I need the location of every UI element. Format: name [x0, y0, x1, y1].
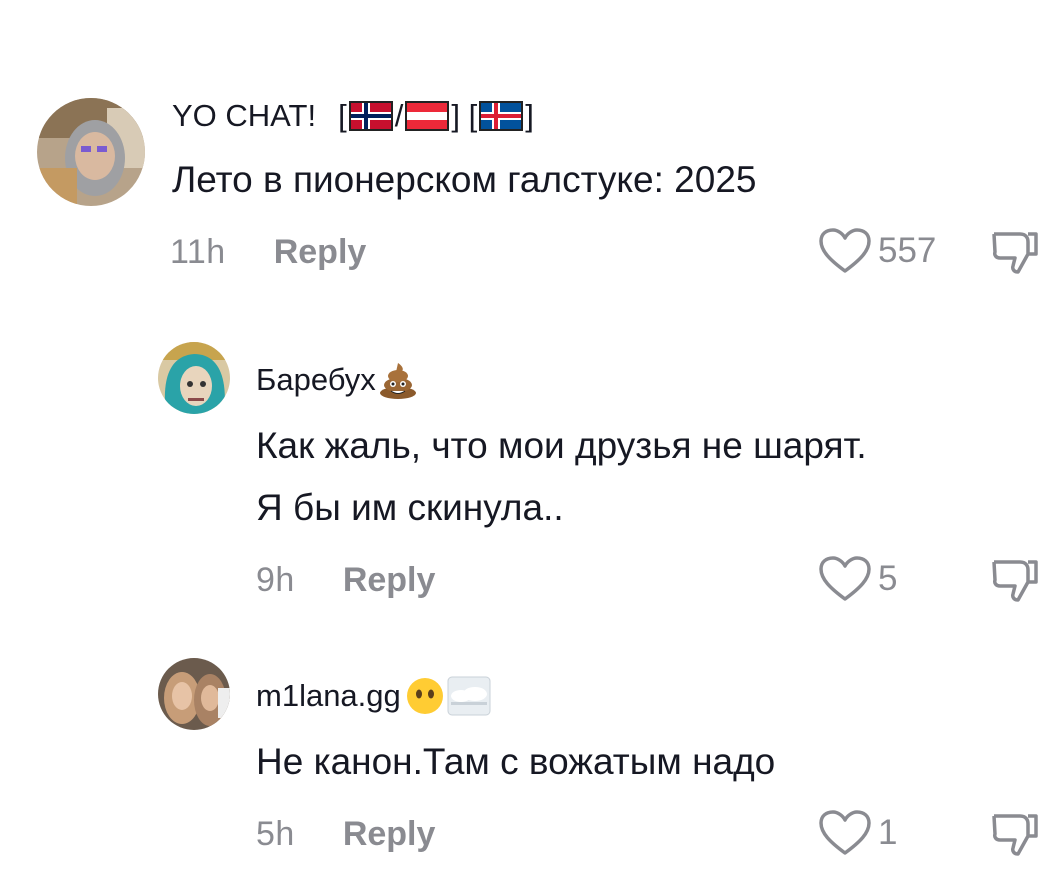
- username-separator: /: [394, 98, 404, 133]
- heart-outline-icon: [819, 556, 871, 601]
- username-bracket: ] [: [451, 98, 478, 133]
- comment-text: Не канон.Там с вожатым надо: [256, 741, 776, 782]
- like-count: 5: [878, 559, 898, 598]
- username-text[interactable]: Баребух: [256, 362, 376, 398]
- dislike-button[interactable]: [990, 556, 1040, 604]
- avatar[interactable]: [37, 98, 145, 206]
- comment-time: 9h: [256, 560, 295, 599]
- username-bracket: ]: [525, 98, 534, 133]
- dislike-button[interactable]: [990, 810, 1040, 858]
- heart-outline-icon: [819, 810, 871, 855]
- reply-button[interactable]: Reply: [274, 233, 367, 272]
- like-button[interactable]: 5: [818, 556, 897, 602]
- like-button[interactable]: 557: [818, 228, 936, 274]
- comment-time: 5h: [256, 814, 295, 853]
- reply-button[interactable]: Reply: [343, 815, 436, 854]
- like-button[interactable]: 1: [818, 810, 897, 856]
- thumbs-down-icon: [992, 814, 1038, 856]
- avatar[interactable]: [158, 342, 230, 414]
- like-count: 557: [878, 231, 937, 270]
- austria-flag-icon: [405, 101, 450, 131]
- thumbs-down-icon: [992, 560, 1038, 602]
- pile-of-poo-icon: [379, 363, 416, 399]
- comment-text-line: Я бы им скинула..: [256, 487, 564, 528]
- comment-text: Лето в пионерском галстуке: 2025: [172, 159, 757, 200]
- username-text[interactable]: m1lana.gg: [256, 678, 401, 714]
- iceland-flag-icon: [479, 101, 524, 131]
- dislike-button[interactable]: [990, 228, 1040, 276]
- avatar[interactable]: [158, 658, 230, 730]
- face-without-mouth-icon: [406, 678, 443, 714]
- reply-button[interactable]: Reply: [343, 561, 436, 600]
- comment-time: 11h: [170, 232, 226, 271]
- comment-username[interactable]: Баребух: [256, 360, 418, 400]
- comment-text-line: Как жаль, что мои друзья не шарят.: [256, 425, 867, 466]
- heart-outline-icon: [819, 228, 871, 273]
- like-count: 1: [878, 813, 898, 852]
- comment-username[interactable]: YO CHAT! [ / ] []: [172, 96, 534, 136]
- comment-meta: 9h Reply: [256, 558, 435, 602]
- username-text[interactable]: YO CHAT!: [172, 98, 316, 134]
- comment-meta: 5h Reply: [256, 812, 435, 856]
- username-bracket: [: [338, 98, 347, 133]
- norway-flag-icon: [348, 101, 393, 131]
- fog-icon: [447, 676, 491, 716]
- thumbs-down-icon: [992, 232, 1038, 274]
- comment-meta: 11h Reply: [170, 230, 366, 274]
- comment-username[interactable]: m1lana.gg: [256, 676, 491, 716]
